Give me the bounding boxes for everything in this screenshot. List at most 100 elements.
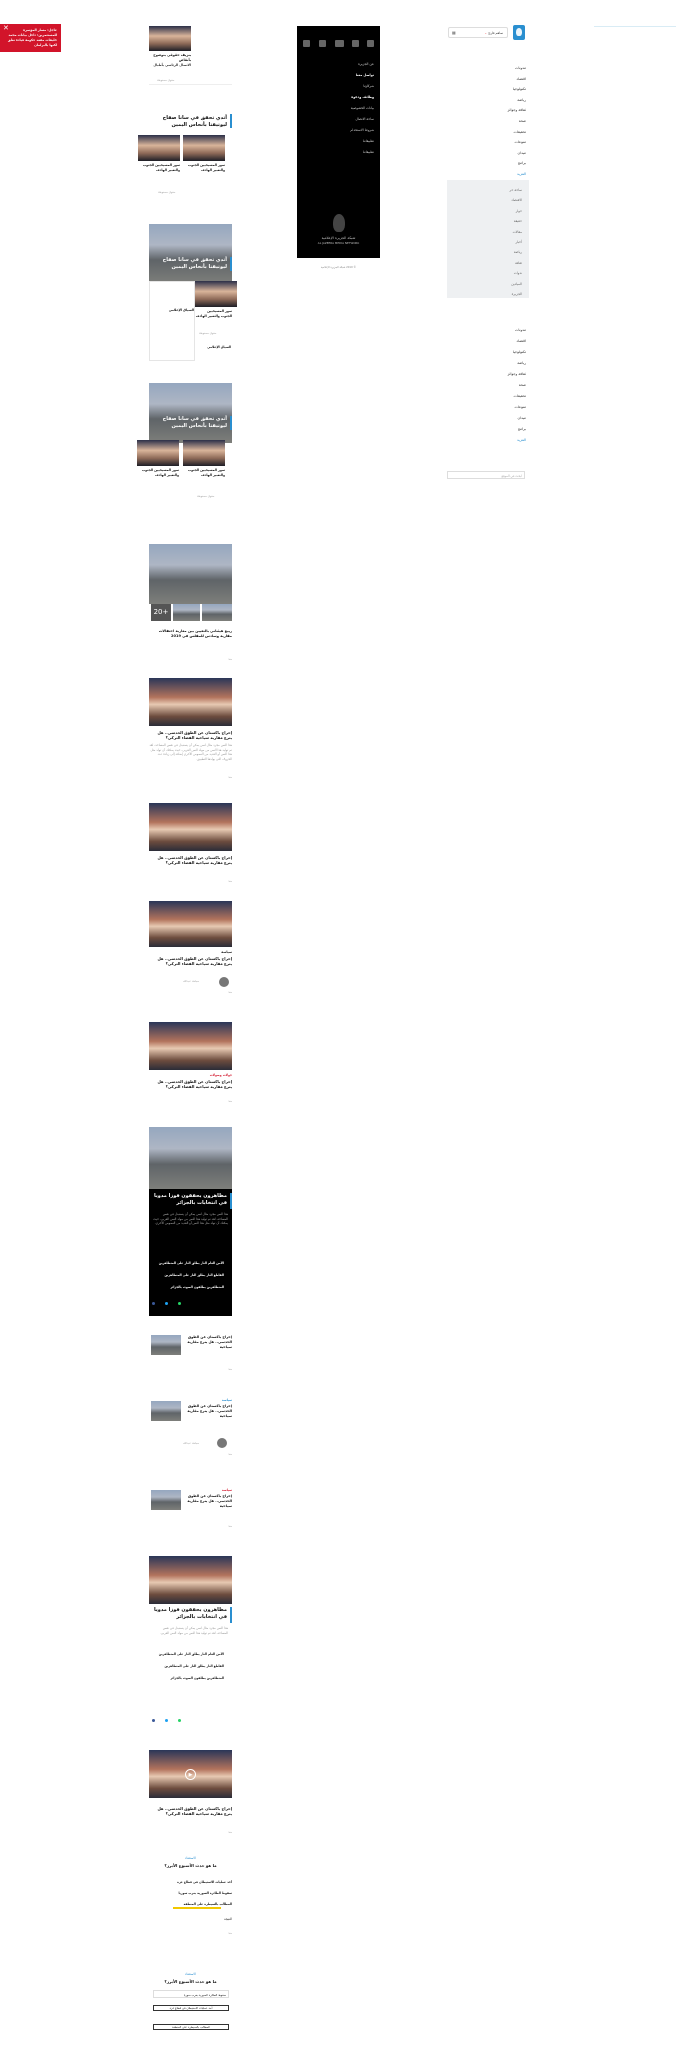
article-image[interactable] (149, 1022, 232, 1070)
footer-menu-item[interactable]: تواصل معنا (324, 73, 374, 77)
author-avatar[interactable] (217, 1438, 227, 1448)
article-image[interactable] (195, 281, 237, 307)
article-title[interactable]: إخراج باكستان عن الطوق الحدسي.. هل يترع … (184, 1335, 232, 1350)
author-avatar[interactable] (219, 977, 229, 987)
feature-image[interactable] (149, 1556, 232, 1604)
hero-image[interactable] (149, 224, 232, 284)
footer-menu-item[interactable]: تطبيقاتنا (324, 150, 374, 154)
sidebar-nav-item[interactable]: تحقيقات (506, 394, 526, 398)
grid-icon[interactable]: ▦ (452, 30, 456, 35)
article-image[interactable] (149, 678, 232, 726)
poll-option-button[interactable]: المطالب بالسيطرة على المنطقة (153, 2024, 229, 2030)
article-card-small[interactable]: إخراج باكستان عن الطوق الحدسي.. هل يترع … (149, 1335, 232, 1377)
search-box[interactable]: ساهم قارئ ⌄ ▦ (448, 27, 508, 38)
sidebar-nav-item[interactable]: صحة (506, 119, 526, 123)
related-link[interactable]: الأمن العام النار يطلق النار على المتظاه… (154, 1261, 224, 1266)
footer-menu-item[interactable]: ساحة الاتصال (324, 117, 374, 121)
sidebar-nav-item[interactable]: اقتصاد (506, 339, 526, 343)
related-link[interactable]: القاطع النار يطلق النار على المتظاهرين (154, 1273, 224, 1278)
sidebar-nav-item[interactable]: المزيد (506, 172, 526, 176)
related-link[interactable]: المتظاهرين يطلقون الصوت بالجزائر (154, 1676, 224, 1681)
close-icon[interactable]: ✕ (3, 25, 9, 32)
article-card-small[interactable]: سياسة إخراج باكستان عن الطوق الحدسي.. هل… (149, 1488, 232, 1538)
sidebar-nav-item[interactable]: صحة (506, 383, 526, 387)
article-title[interactable]: إخراج باكستان عن الطوق الحدسي.. هل يترع … (149, 730, 232, 740)
more-nav-item[interactable]: ندوات (496, 271, 522, 275)
article-title[interactable]: إخراج باكستان عن الطوق الحدسي.. هل يترع … (184, 1494, 232, 1509)
sidebar-nav-item[interactable]: تحقيقات (506, 130, 526, 134)
article-title[interactable]: سور المسيحيين الجنوب والتعبير الهادف (183, 163, 225, 173)
feature-title[interactable]: مظاهرون يحققون فوزا مدويا في انتخابات با… (152, 1193, 227, 1207)
hero-image[interactable] (149, 383, 232, 443)
footer-menu-item[interactable]: شروط الاستخدام (324, 128, 374, 132)
sidebar-nav-item[interactable]: ثقافة وجوائز (506, 372, 527, 376)
more-nav-item[interactable]: مقالات (496, 230, 522, 234)
related-link[interactable]: الأمن العام النار يطلق النار على المتظاه… (154, 1652, 224, 1657)
sidebar-nav-item[interactable]: اقتصاد (506, 77, 526, 81)
instagram-icon[interactable] (319, 40, 326, 47)
article-image[interactable] (149, 803, 232, 851)
youtube-icon[interactable] (335, 40, 344, 47)
article-card[interactable]: سياسة إخراج باكستان عن الطوق الحدسي.. هل… (149, 901, 232, 1001)
author-name[interactable]: مجاهد عبدالله (183, 979, 199, 983)
article-image[interactable] (149, 26, 191, 51)
gallery-image[interactable] (149, 544, 232, 604)
facebook-icon[interactable] (152, 1719, 155, 1722)
article-image[interactable] (183, 440, 225, 466)
sidebar-nav-item[interactable]: تكنولوجيا (506, 350, 526, 354)
breaking-news-alert[interactable]: ✕ عاجل: مسار المؤتمرة للمستثمرين: داخل ب… (0, 24, 61, 52)
sidebar-nav-item[interactable]: المزيد (506, 438, 526, 442)
article-image[interactable] (183, 135, 225, 161)
article-title[interactable]: إخراج باكستان عن الطوق الحدسي.. هل يترع … (184, 1404, 232, 1419)
sidebar-nav-item[interactable]: منوعات (506, 405, 527, 409)
group-title[interactable]: أتدي تحقق في سانا صفاح ليوتيقتا بأنحاس ا… (152, 115, 227, 129)
twitter-icon[interactable] (165, 1302, 168, 1305)
group-title[interactable]: أتدي تحقق في سانا صفاح ليوتيقتا بأنحاس ا… (152, 416, 227, 430)
poll-input[interactable]: سقوط الطائرة السورية بغرب سوريا (153, 1990, 229, 1998)
more-nav-item[interactable]: أخبار (496, 240, 522, 244)
article-image[interactable] (151, 1401, 181, 1421)
article-title[interactable]: إخراج باكستان عن الطوق الحدسي.. هل يترع … (149, 1806, 232, 1816)
story-group-card[interactable]: أتدي تحقق في سانا صفاح ليوتيقتا بأنحاس ا… (149, 224, 237, 364)
gallery-thumb[interactable] (202, 604, 232, 621)
more-nav-item[interactable]: الميادين (496, 282, 522, 286)
footer-menu-item[interactable]: شركاؤنا (324, 84, 374, 88)
footer-menu-item[interactable]: عن الجزيرة (324, 62, 374, 66)
author-name[interactable]: مجاهد عبدالله (183, 1441, 199, 1445)
related-link[interactable]: المتظاهرين يطلقون الصوت بالجزائر (154, 1285, 224, 1290)
twitter-icon[interactable] (165, 1719, 168, 1722)
feature-card[interactable]: مظاهرون يحققون فوزا مدويا في انتخابات با… (149, 1127, 232, 1316)
article-card[interactable]: بنزيف حقوقي بنوضوح بأنقاض الاتصال الرئاس… (149, 26, 232, 96)
poll-option[interactable]: أحد عمليات الاستيطان في قطاع غزة (149, 1880, 232, 1885)
gallery-card[interactable]: +20 ربيع هيئناني بالتعيين بين مغاربة احت… (149, 544, 232, 669)
article-image[interactable] (137, 440, 179, 466)
article-card[interactable]: إخراج باكستان عن الطوق الحدسي.. هل يترع … (149, 803, 232, 893)
article-title[interactable]: إخراج باكستان عن الطوق الحدسي.. هل يترع … (149, 956, 232, 966)
article-image[interactable] (151, 1490, 181, 1510)
article-title[interactable]: سور المسيحيين الجنوب والتعبير الهادف (195, 309, 232, 319)
article-tag[interactable]: سياسة (184, 1488, 232, 1493)
article-title[interactable]: ربيع هيئناني بالتعيين بين مغاربة احتفالا… (149, 629, 232, 639)
play-icon[interactable]: ▶ (185, 1769, 196, 1780)
sidebar-nav-item[interactable]: ثقافة وجوائز (506, 108, 527, 112)
related-link[interactable]: القاطع النار يطلق النار على المتظاهرين (154, 1664, 224, 1669)
feature-title[interactable]: مظاهرون يحققون فوزا مدويا في انتخابات با… (152, 1607, 227, 1621)
article-image[interactable] (149, 901, 232, 947)
facebook-icon[interactable] (367, 40, 374, 47)
feature-card[interactable]: مظاهرون يحققون فوزا مدويا في انتخابات با… (149, 1556, 232, 1722)
article-card-small[interactable]: سياسة إخراج باكستان عن الطوق الحدسي.. هل… (149, 1398, 232, 1463)
more-nav-item[interactable]: الجزيرة (496, 292, 522, 296)
twitter-icon[interactable] (352, 40, 359, 47)
sidebar-nav-item[interactable]: مدونات (506, 66, 526, 70)
whatsapp-icon[interactable] (178, 1302, 181, 1305)
story-group-card[interactable]: أتدي تحقق في سانا صفاح ليوتيقتا بأنحاس ا… (137, 383, 232, 523)
article-title[interactable]: سور المسيحيين الجنوب والتعبير الهادف (137, 468, 179, 478)
article-card[interactable]: إخراج باكستان عن الطوق الحدسي.. هل يترع … (149, 678, 232, 788)
sidebar-nav-item[interactable]: رياضة (506, 98, 526, 102)
sidebar-nav-item[interactable]: برامج (506, 427, 526, 431)
sidebar-nav-item[interactable]: ميدان (506, 416, 526, 420)
article-card[interactable]: جولات وصولات إخراج باكستان عن الطوق الحد… (149, 1022, 232, 1112)
sidebar-nav-item[interactable]: تكنولوجيا (506, 87, 526, 91)
article-title[interactable]: سور المسيحيين الجنوب والتعبير الهادف (138, 163, 180, 173)
gallery-count-badge[interactable]: +20 (151, 604, 171, 621)
